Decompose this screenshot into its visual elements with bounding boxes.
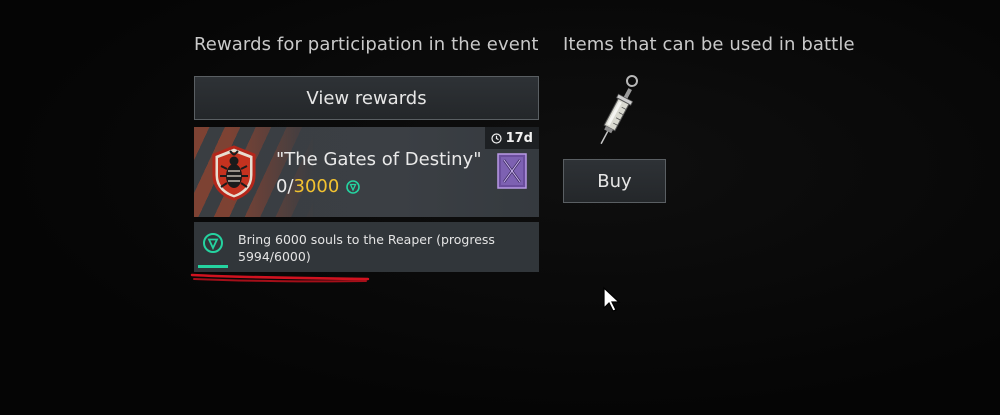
quest-progress-bar: [198, 265, 228, 268]
buy-button[interactable]: Buy: [563, 159, 666, 203]
event-card[interactable]: "The Gates of Destiny" 0/3000 17d: [194, 127, 539, 217]
event-timer: 17d: [484, 127, 539, 149]
event-timer-label: 17d: [505, 130, 533, 146]
clock-icon: [490, 132, 502, 144]
event-progress-goal: 3000: [293, 176, 340, 197]
rewards-heading: Rewards for participation in the event: [194, 34, 539, 55]
quest-progress-fill: [198, 265, 228, 268]
mouse-cursor-icon: [603, 286, 621, 312]
syringe-icon[interactable]: [588, 72, 648, 150]
event-screen: Rewards for participation in the event I…: [0, 0, 1000, 415]
event-progress-current: 0: [276, 176, 288, 197]
quest-description: Bring 6000 souls to the Reaper (progress…: [238, 232, 495, 264]
event-title: "The Gates of Destiny": [276, 149, 482, 170]
crossed-swords-badge-icon: [497, 153, 527, 189]
green-coin-icon: [346, 179, 361, 194]
green-coin-icon: [203, 233, 223, 253]
view-rewards-button[interactable]: View rewards: [194, 76, 539, 120]
event-progress: 0/3000: [276, 176, 361, 197]
quest-card[interactable]: Bring 6000 souls to the Reaper (progress…: [194, 222, 539, 272]
red-underline-annotation: [190, 273, 370, 283]
items-heading: Items that can be used in battle: [563, 34, 855, 55]
scarab-emblem-icon: [212, 145, 256, 201]
